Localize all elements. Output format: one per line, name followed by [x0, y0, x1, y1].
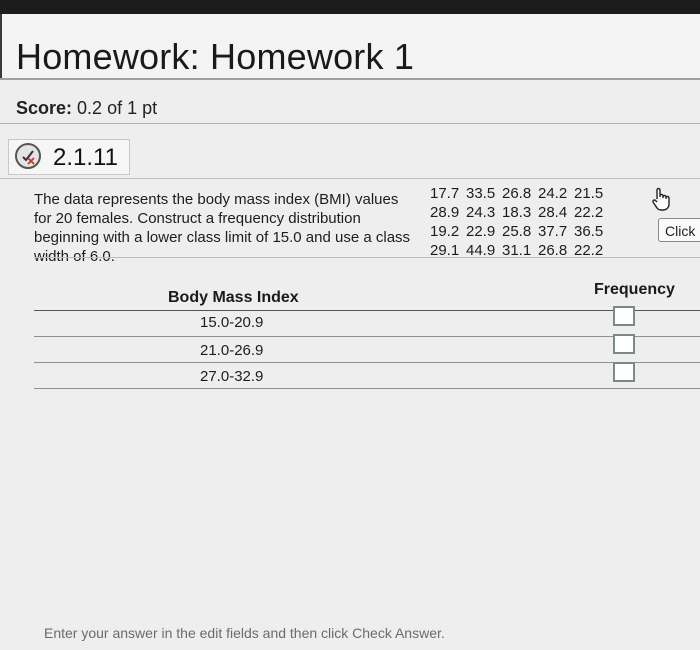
- score: Score: 0.2 of 1 pt: [16, 98, 157, 119]
- data-value: 28.9: [430, 204, 460, 221]
- column-header-frequency: Frequency: [594, 281, 675, 298]
- data-row: 19.2 22.9 25.8 37.7 36.5: [430, 222, 610, 241]
- data-value: 24.2: [538, 185, 568, 202]
- question-number: 2.1.11: [53, 144, 118, 171]
- column-header-bmi: Body Mass Index: [168, 289, 299, 306]
- frequency-input-2[interactable]: [613, 334, 635, 354]
- frequency-input-1[interactable]: [613, 306, 635, 326]
- class-label: 21.0-26.9: [200, 342, 264, 359]
- hand-pointer-icon[interactable]: [648, 186, 674, 214]
- data-value: 36.5: [574, 223, 604, 240]
- frequency-input-3[interactable]: [613, 362, 635, 382]
- score-label: Score:: [16, 98, 73, 118]
- partially-correct-icon: [15, 143, 41, 169]
- data-value: 19.2: [430, 223, 460, 240]
- title-divider: [0, 78, 700, 80]
- title-area: Homework: Homework 1: [0, 14, 700, 78]
- section-divider: [34, 257, 700, 258]
- data-value: 18.3: [502, 204, 532, 221]
- data-value: 22.2: [574, 204, 604, 221]
- data-value: 37.7: [538, 223, 568, 240]
- table-header-rule: [34, 310, 700, 311]
- score-value: 0.2 of 1 pt: [77, 98, 158, 118]
- question-tab[interactable]: 2.1.11: [8, 139, 130, 175]
- data-value: 24.3: [466, 204, 496, 221]
- class-label: 27.0-32.9: [200, 368, 264, 385]
- data-value: 33.5: [466, 185, 496, 202]
- data-values-grid: 17.7 33.5 26.8 24.2 21.5 28.9 24.3 18.3 …: [430, 184, 610, 260]
- data-row: 28.9 24.3 18.3 28.4 22.2: [430, 203, 610, 222]
- data-value: 25.8: [502, 223, 532, 240]
- data-row: 17.7 33.5 26.8 24.2 21.5: [430, 184, 610, 203]
- instruction-text: Enter your answer in the edit fields and…: [44, 625, 445, 641]
- click-button[interactable]: Click: [658, 218, 700, 242]
- page-title: Homework: Homework 1: [16, 36, 415, 77]
- data-value: 21.5: [574, 185, 604, 202]
- table-row-rule: [34, 362, 700, 363]
- data-value: 17.7: [430, 185, 460, 202]
- data-value: 26.8: [502, 185, 532, 202]
- question-divider: [0, 178, 700, 179]
- table-bottom-rule: [34, 388, 700, 389]
- data-value: 22.9: [466, 223, 496, 240]
- class-label: 15.0-20.9: [200, 314, 264, 331]
- problem-text: The data represents the body mass index …: [34, 191, 411, 265]
- table-row-rule: [34, 336, 700, 337]
- data-value: 28.4: [538, 204, 568, 221]
- top-bar: [0, 0, 700, 14]
- score-divider: [0, 123, 700, 124]
